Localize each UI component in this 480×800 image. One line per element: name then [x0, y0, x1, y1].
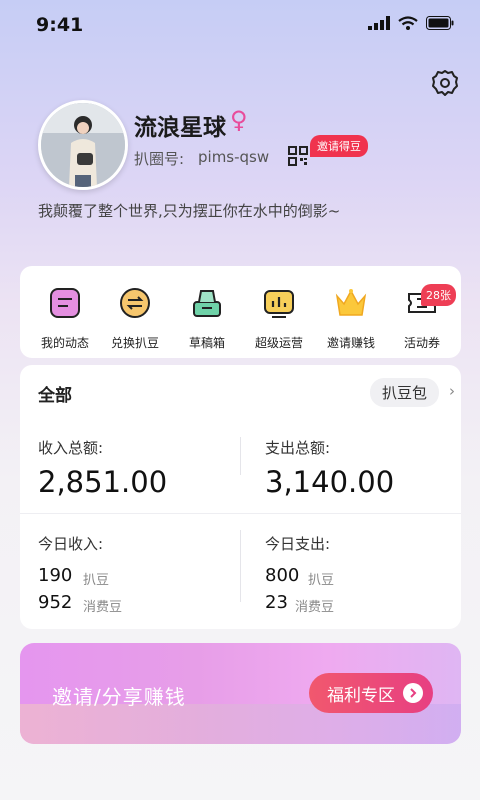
quick-action-invite[interactable]: 邀请赚钱	[316, 286, 386, 351]
quick-action-label: 我的动态	[40, 336, 89, 350]
settings-gear-icon[interactable]	[430, 68, 460, 98]
today-income-beans-unit: 扒豆	[83, 573, 110, 588]
chart-icon	[264, 290, 294, 318]
signal-icon	[368, 16, 390, 30]
quick-action-exchange[interactable]: 兑换扒豆	[100, 286, 170, 351]
today-expense-consume: 23	[265, 592, 288, 613]
today-expense-label: 今日支出:	[265, 535, 331, 553]
income-total-label: 收入总额:	[38, 439, 104, 457]
exchange-icon	[120, 288, 150, 318]
battery-icon	[426, 16, 454, 30]
quick-action-label: 兑换扒豆	[110, 336, 159, 350]
welfare-zone-button[interactable]: 福利专区	[309, 673, 433, 713]
quick-action-label: 活动券	[403, 336, 440, 350]
divider	[240, 530, 241, 602]
avatar[interactable]	[38, 100, 128, 190]
user-name: 流浪星球	[134, 115, 226, 141]
chevron-right-icon[interactable]: ›	[449, 382, 455, 400]
user-id-value: pims-qsw	[198, 148, 270, 166]
today-income-consume: 952	[38, 592, 73, 613]
expense-total-label: 支出总额:	[265, 439, 331, 457]
invite-share-banner[interactable]: 邀请/分享赚钱 福利专区	[20, 643, 461, 744]
invite-beans-badge[interactable]: 邀请得豆	[310, 135, 368, 157]
today-income-label: 今日收入:	[38, 535, 104, 553]
avatar-photo	[41, 103, 125, 187]
arrow-right-icon	[403, 683, 423, 703]
gender-female-icon: ♀	[230, 106, 248, 134]
status-bar: 9:41	[0, 0, 480, 50]
today-income-beans: 190	[38, 565, 73, 586]
welfare-zone-label: 福利专区	[327, 685, 395, 706]
user-id-label: 扒圈号:	[134, 150, 185, 168]
quick-actions-card: 我的动态 兑换扒豆 草稿箱 超级运营 邀请赚钱 活动券	[20, 266, 461, 358]
quick-action-super-ops[interactable]: 超级运营	[244, 286, 314, 351]
divider	[240, 437, 241, 475]
quick-action-label: 草稿箱	[188, 336, 225, 350]
today-expense-beans-unit: 扒豆	[308, 573, 335, 588]
income-total-value: 2,851.00	[38, 465, 168, 499]
crown-icon	[335, 289, 367, 316]
qr-code-icon[interactable]	[288, 146, 308, 166]
drafts-icon	[193, 290, 221, 317]
today-expense-beans: 800	[265, 565, 300, 586]
quick-action-label: 邀请赚钱	[326, 336, 375, 350]
quick-action-label: 超级运营	[254, 336, 303, 350]
quick-action-drafts[interactable]: 草稿箱	[172, 286, 242, 351]
divider	[20, 513, 461, 514]
quick-action-my-posts[interactable]: 我的动态	[30, 286, 100, 351]
today-income-consume-unit: 消费豆	[83, 600, 123, 615]
banner-title: 邀请/分享赚钱	[52, 685, 186, 709]
status-time: 9:41	[36, 14, 84, 36]
stats-card: 全部 扒豆包 › 收入总额: 2,851.00 支出总额: 3,140.00 今…	[20, 365, 461, 629]
status-icons	[368, 16, 454, 30]
user-bio: 我颠覆了整个世界,只为摆正你在水中的倒影~	[38, 202, 341, 220]
bean-pack-button[interactable]: 扒豆包	[369, 378, 439, 407]
coupon-count-badge: 28张	[421, 284, 456, 306]
note-icon	[50, 288, 80, 318]
filter-all[interactable]: 全部	[38, 381, 72, 406]
expense-total-value: 3,140.00	[265, 465, 395, 499]
wifi-icon	[398, 16, 418, 30]
today-expense-consume-unit: 消费豆	[295, 600, 335, 615]
